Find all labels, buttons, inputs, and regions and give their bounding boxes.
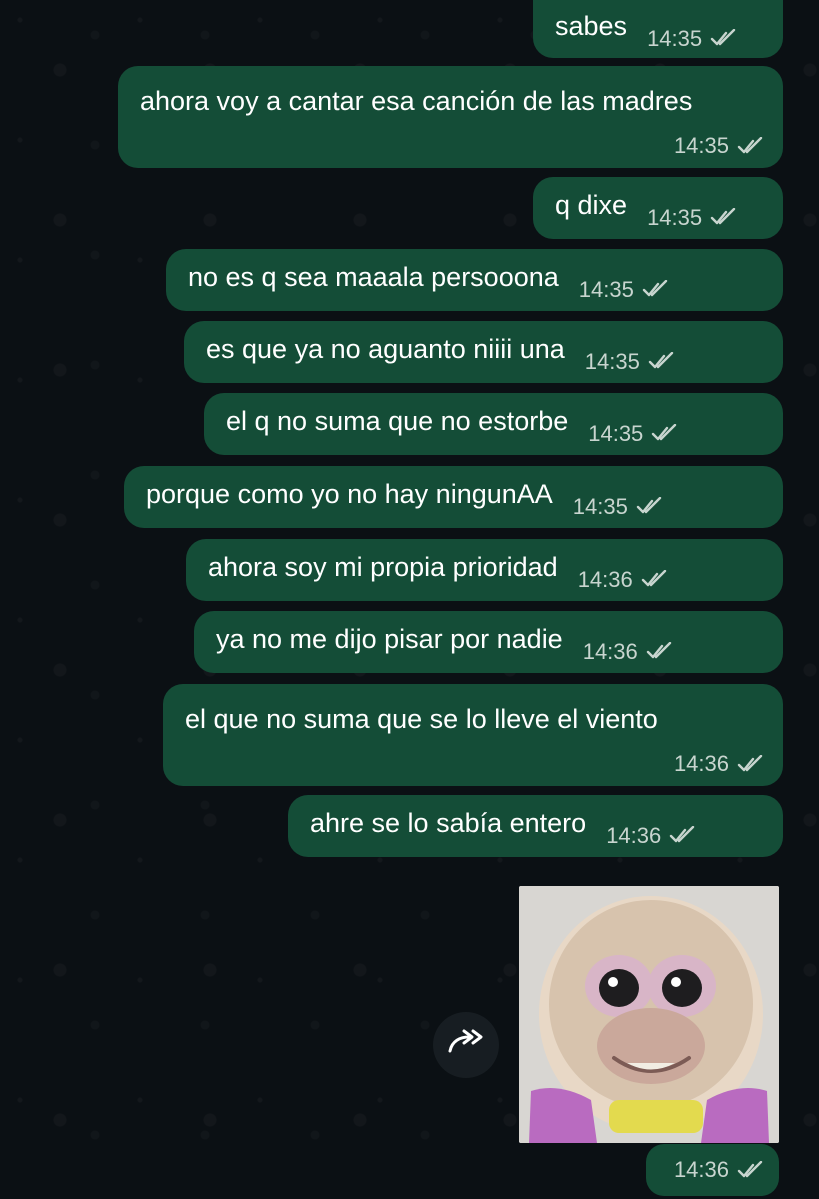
message-time: 14:36 — [582, 638, 638, 664]
message-meta: 14:35 — [588, 412, 679, 455]
double-check-icon — [737, 137, 765, 155]
double-check-icon — [642, 280, 670, 298]
double-check-icon — [710, 208, 738, 226]
message-text: es que ya no aguanto niiii una — [206, 333, 565, 364]
message-bubble[interactable]: ahora voy a cantar esa canción de las ma… — [118, 66, 783, 168]
message-time: 14:35 — [578, 276, 634, 302]
message-bubble[interactable]: porque como yo no hay ningunAA 14:35 — [124, 466, 783, 528]
message-text: el q no suma que no estorbe — [226, 405, 569, 436]
double-check-icon — [737, 1161, 765, 1179]
message-text: el que no suma que se lo lleve el viento — [185, 704, 658, 734]
message-time: 14:35 — [588, 420, 644, 446]
message-bubble[interactable]: ahre se lo sabía entero 14:36 — [288, 795, 783, 857]
message-text: ahora soy mi propia prioridad — [208, 551, 558, 582]
message-meta: 14:35 — [573, 485, 664, 528]
forward-button[interactable] — [433, 1012, 499, 1078]
message-meta: 14:35 — [585, 340, 676, 383]
message-meta: 14:36 — [583, 630, 674, 673]
sticker-time-chip: 14:36 — [646, 1144, 779, 1196]
message-time: 14:35 — [647, 204, 703, 230]
message-bubble[interactable]: no es q sea maaala persooona 14:35 — [166, 249, 783, 311]
message-time: 14:35 — [584, 348, 640, 374]
message-meta: 14:36 — [606, 814, 697, 857]
double-check-icon — [737, 755, 765, 773]
monkey-sticker-image — [519, 886, 779, 1143]
message-bubble[interactable]: q dixe 14:35 — [533, 177, 783, 239]
message-meta: 14:35 — [647, 196, 738, 239]
chat-thread: sabes 14:35 ahora voy a cantar esa canci… — [0, 0, 819, 1199]
double-check-icon — [636, 497, 664, 515]
message-meta: 14:35 — [674, 128, 765, 164]
message-bubble[interactable]: sabes 14:35 — [533, 0, 783, 58]
message-meta: 14:35 — [579, 268, 670, 311]
message-meta: 14:36 — [674, 746, 765, 782]
double-check-icon — [648, 352, 676, 370]
message-text: ahora voy a cantar esa canción de las ma… — [140, 86, 693, 116]
message-meta: 14:35 — [647, 17, 738, 60]
message-bubble[interactable]: el que no suma que se lo lleve el viento… — [163, 684, 783, 786]
message-text: no es q sea maaala persooona — [188, 261, 559, 292]
sticker-time: 14:36 — [673, 1157, 729, 1182]
message-text: ahre se lo sabía entero — [310, 807, 587, 838]
double-check-icon — [710, 29, 738, 47]
monkey-sticker[interactable] — [519, 886, 779, 1143]
message-bubble[interactable]: ya no me dijo pisar por nadie 14:36 — [194, 611, 783, 673]
message-time: 14:36 — [577, 566, 633, 592]
message-time: 14:36 — [673, 751, 729, 776]
message-text: q dixe — [555, 189, 628, 220]
message-text: ya no me dijo pisar por nadie — [216, 623, 563, 654]
double-check-icon — [646, 642, 674, 660]
message-meta: 14:36 — [578, 558, 669, 601]
message-text: porque como yo no hay ningunAA — [146, 478, 553, 509]
message-bubble[interactable]: es que ya no aguanto niiii una 14:35 — [184, 321, 783, 383]
message-text: sabes — [555, 10, 628, 41]
message-time: 14:35 — [673, 133, 729, 158]
double-check-icon — [669, 826, 697, 844]
message-time: 14:36 — [606, 822, 662, 848]
double-check-icon — [641, 570, 669, 588]
double-check-icon — [651, 424, 679, 442]
message-bubble[interactable]: ahora soy mi propia prioridad 14:36 — [186, 539, 783, 601]
message-time: 14:35 — [647, 25, 703, 51]
message-time: 14:35 — [572, 493, 628, 519]
message-bubble[interactable]: el q no suma que no estorbe 14:35 — [204, 393, 783, 455]
forward-arrow-icon — [446, 1027, 486, 1064]
